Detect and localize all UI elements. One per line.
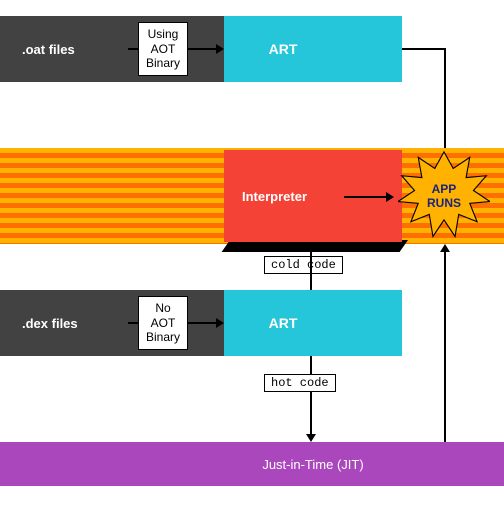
- interpreter-label: Interpreter: [242, 189, 307, 204]
- aot-binary-box-bottom: No AOT Binary: [138, 296, 188, 350]
- art-label-top: ART: [269, 41, 298, 57]
- oat-files-label: .oat files: [22, 42, 75, 57]
- connector: [188, 322, 216, 324]
- connector: [444, 48, 446, 156]
- connector: [402, 48, 446, 50]
- connector: [128, 48, 138, 50]
- art-label-bottom: ART: [269, 315, 298, 331]
- aot-binary-box-top: Using AOT Binary: [138, 22, 188, 76]
- app-runs-starburst: APP RUNS: [398, 150, 490, 242]
- connector: [128, 322, 138, 324]
- connector: [344, 196, 386, 198]
- jit-label-box: Just-in-Time (JIT): [262, 457, 363, 472]
- hot-code-tag: hot code: [264, 374, 336, 392]
- connector: [188, 48, 216, 50]
- connector: [444, 252, 446, 464]
- connector: [310, 356, 312, 434]
- dex-files-label: .dex files: [22, 316, 78, 331]
- cold-code-tag: cold code: [264, 256, 343, 274]
